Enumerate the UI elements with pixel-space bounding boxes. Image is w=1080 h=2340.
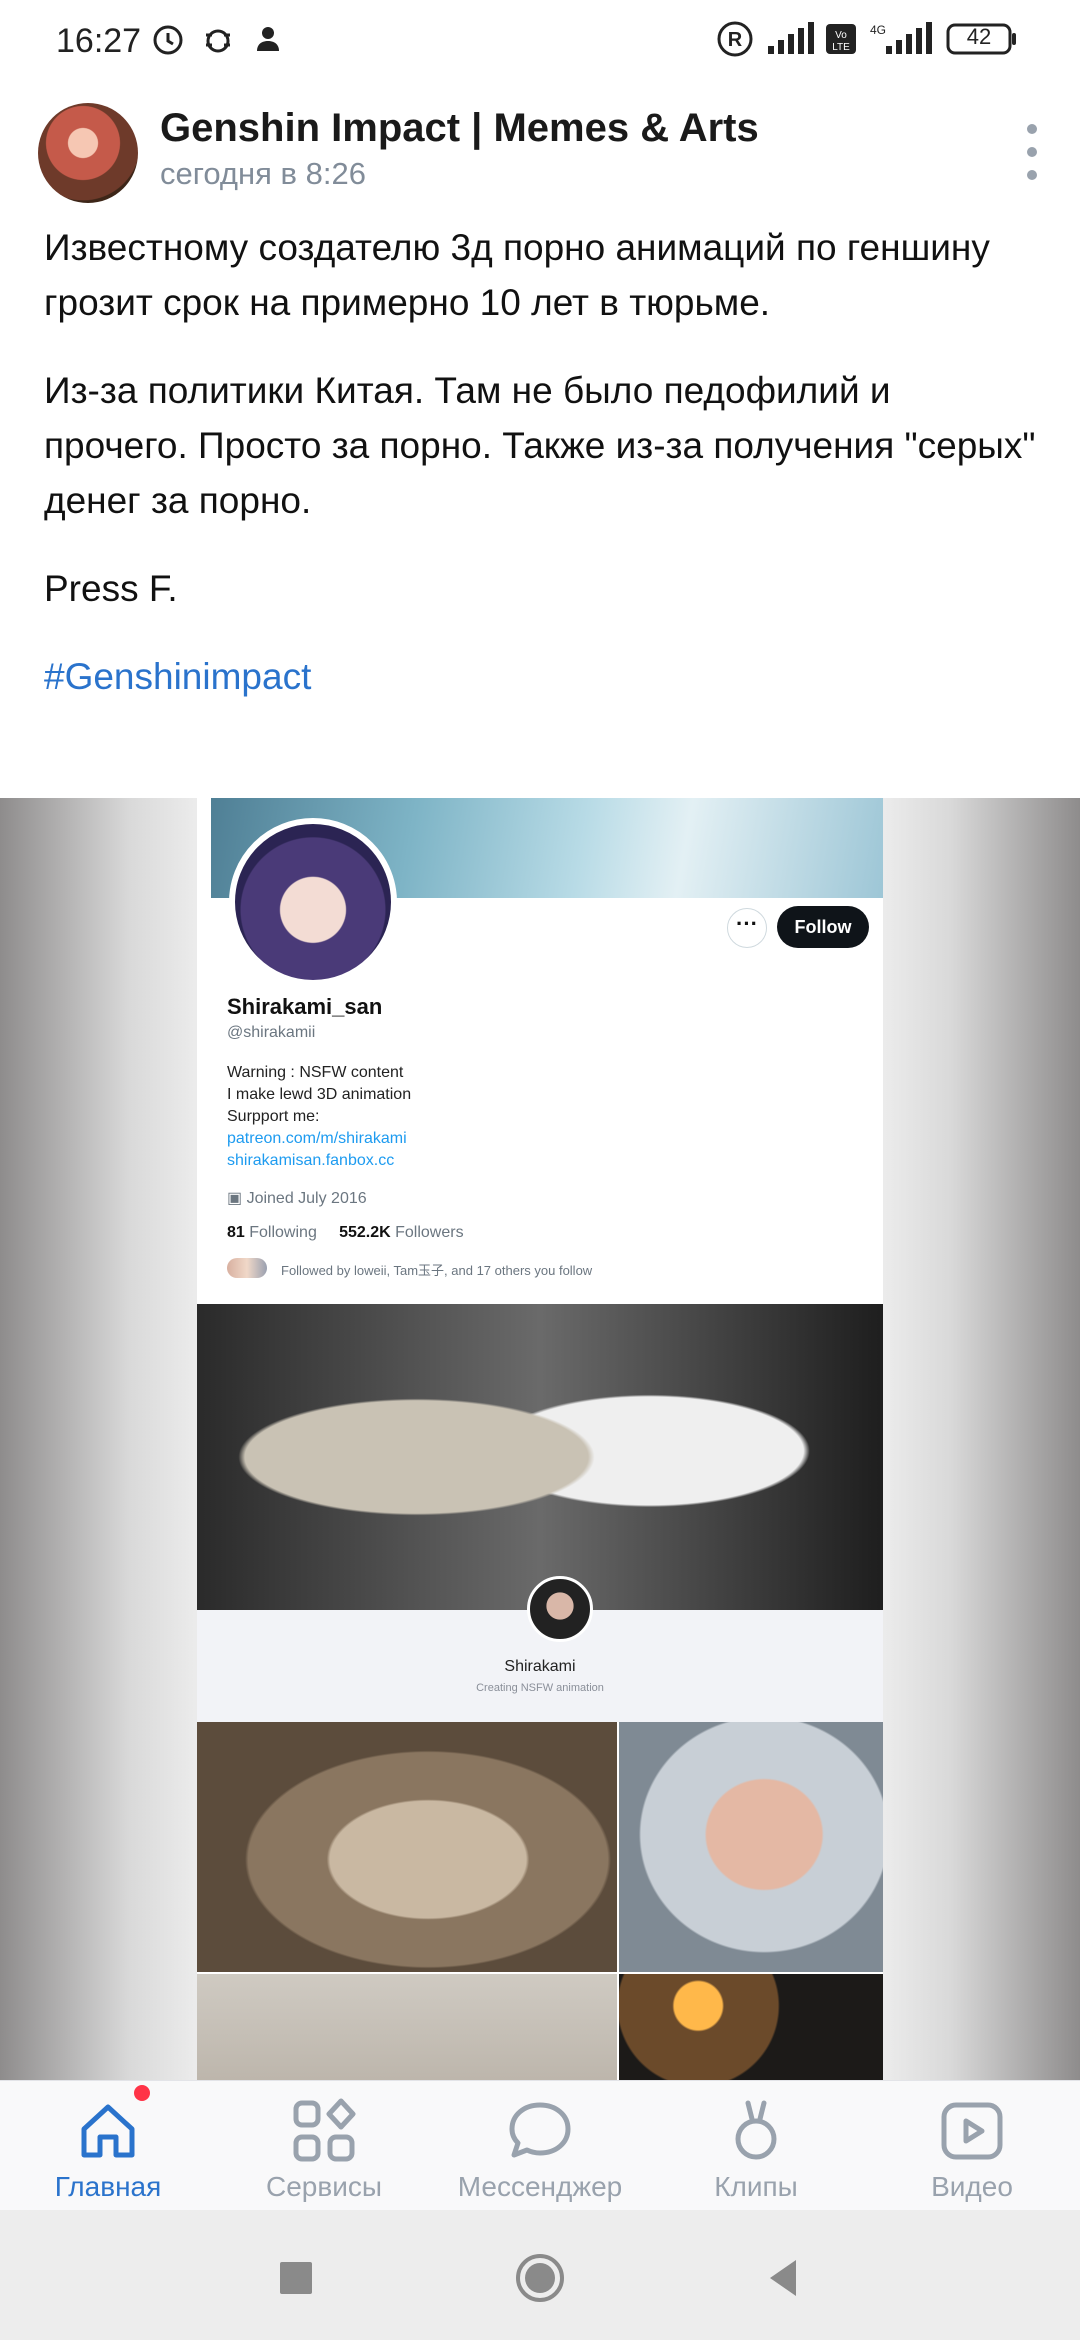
nav-clips-label: Клипы xyxy=(714,2171,798,2202)
bio-line: Surpport me: xyxy=(227,1108,320,1125)
hashtag-link[interactable]: #Genshinimpact xyxy=(44,649,1044,704)
home-icon xyxy=(74,2097,142,2165)
nav-messenger-label: Мессенджер xyxy=(457,2171,623,2202)
post-header: Genshin Impact | Memes & Arts сегодня в … xyxy=(0,76,1080,206)
services-icon xyxy=(290,2097,358,2165)
svg-text:4G: 4G xyxy=(870,23,886,37)
nav-video-label: Видео xyxy=(931,2171,1013,2202)
profile-bio: Warning : NSFW content I make lewd 3D an… xyxy=(227,1062,411,1172)
alarm-icon xyxy=(150,22,186,56)
nav-home[interactable]: Главная xyxy=(0,2081,216,2211)
profile-name: Shirakami_san xyxy=(227,994,383,1019)
profile-handle: @shirakamii xyxy=(227,1024,316,1041)
patreon-card: Shirakami Creating NSFW animation xyxy=(197,1576,883,1722)
bottom-navigation: Главная Сервисы Мессенджер Клипы Видео xyxy=(0,2080,1080,2211)
group-name[interactable]: Genshin Impact | Memes & Arts xyxy=(160,106,759,151)
followers-label: Followers xyxy=(395,1224,464,1241)
post-paragraph: Из-за политики Китая. Там не было педофи… xyxy=(44,370,1036,521)
artwork-image xyxy=(197,1304,883,1610)
post-paragraph: Press F. xyxy=(44,568,178,609)
patreon-tagline: Creating NSFW animation xyxy=(476,1682,604,1694)
follow-button: Follow xyxy=(777,906,869,948)
patreon-name: Shirakami xyxy=(504,1658,576,1675)
bio-link: patreon.com/m/shirakami xyxy=(227,1130,407,1147)
salute-soldier-image xyxy=(197,1974,617,2080)
bio-link: shirakamisan.fanbox.cc xyxy=(227,1152,395,1169)
messenger-icon xyxy=(506,2097,574,2165)
nav-video[interactable]: Видео xyxy=(864,2081,1080,2211)
bio-line: Warning : NSFW content xyxy=(227,1064,404,1081)
notification-badge xyxy=(134,2085,150,2101)
more-dot-icon xyxy=(1027,124,1037,134)
svg-text:Vo: Vo xyxy=(835,30,847,41)
bug-icon xyxy=(200,22,236,56)
nav-clips[interactable]: Клипы xyxy=(648,2081,864,2211)
profile-avatar xyxy=(229,818,397,986)
status-time: 16:27 xyxy=(56,22,142,60)
post-time: сегодня в 8:26 xyxy=(160,156,366,191)
calendar-icon: ▣ xyxy=(227,1190,247,1207)
joined-text: Joined July 2016 xyxy=(246,1190,367,1207)
signal-icon xyxy=(766,22,818,56)
follow-stats: 81 Following 552.2K Followers xyxy=(227,1224,464,1242)
more-dot-icon xyxy=(1027,170,1037,180)
status-bar: 16:27 R Vo LTE 4G 42 xyxy=(0,0,1080,76)
followers-count: 552.2K xyxy=(339,1224,391,1241)
svg-text:LTE: LTE xyxy=(832,42,850,53)
more-dot-icon xyxy=(1027,147,1037,157)
recents-button[interactable] xyxy=(268,2250,324,2306)
following-count: 81 xyxy=(227,1224,245,1241)
group-avatar[interactable] xyxy=(38,103,138,203)
clips-icon xyxy=(722,2097,790,2165)
registered-icon: R xyxy=(716,21,754,57)
patreon-avatar xyxy=(527,1576,593,1642)
following-label: Following xyxy=(249,1224,317,1241)
followed-by-avatars xyxy=(227,1258,267,1278)
user-icon xyxy=(252,22,284,56)
post-text: Известному создателю 3д порно анимаций п… xyxy=(44,220,1044,737)
more-options-button[interactable] xyxy=(1012,124,1052,180)
joined-date: ▣ Joined July 2016 xyxy=(227,1188,367,1208)
nav-messenger[interactable]: Мессенджер xyxy=(432,2081,648,2211)
signal-4g-icon: 4G xyxy=(868,22,934,56)
svg-text:R: R xyxy=(728,29,743,51)
system-navigation-bar xyxy=(0,2210,1080,2340)
nav-home-label: Главная xyxy=(54,2171,162,2202)
followed-by-text: Followed by loweii, Tam玉子, and 17 others… xyxy=(281,1263,593,1278)
volte-icon: Vo LTE xyxy=(826,22,856,56)
back-button[interactable] xyxy=(756,2250,812,2306)
profile-more-icon: ··· xyxy=(727,908,767,948)
battery-level: 42 xyxy=(966,24,992,49)
home-system-button[interactable] xyxy=(512,2250,568,2306)
nav-services-label: Сервисы xyxy=(265,2171,382,2202)
post-image[interactable]: ··· Follow Shirakami_san @shirakamii War… xyxy=(0,798,1080,2080)
twitter-profile-screenshot: ··· Follow Shirakami_san @shirakamii War… xyxy=(197,798,883,2080)
salute-man-night-image xyxy=(619,1974,883,2080)
salute-man-image xyxy=(619,1722,883,1972)
video-icon xyxy=(938,2097,1006,2165)
nav-services[interactable]: Сервисы xyxy=(216,2081,432,2211)
bio-line: I make lewd 3D animation xyxy=(227,1086,412,1103)
battery-icon: 42 xyxy=(946,22,1018,56)
salute-cat-image xyxy=(197,1722,617,1972)
post-paragraph: Известному создателю 3д порно анимаций п… xyxy=(44,227,990,323)
